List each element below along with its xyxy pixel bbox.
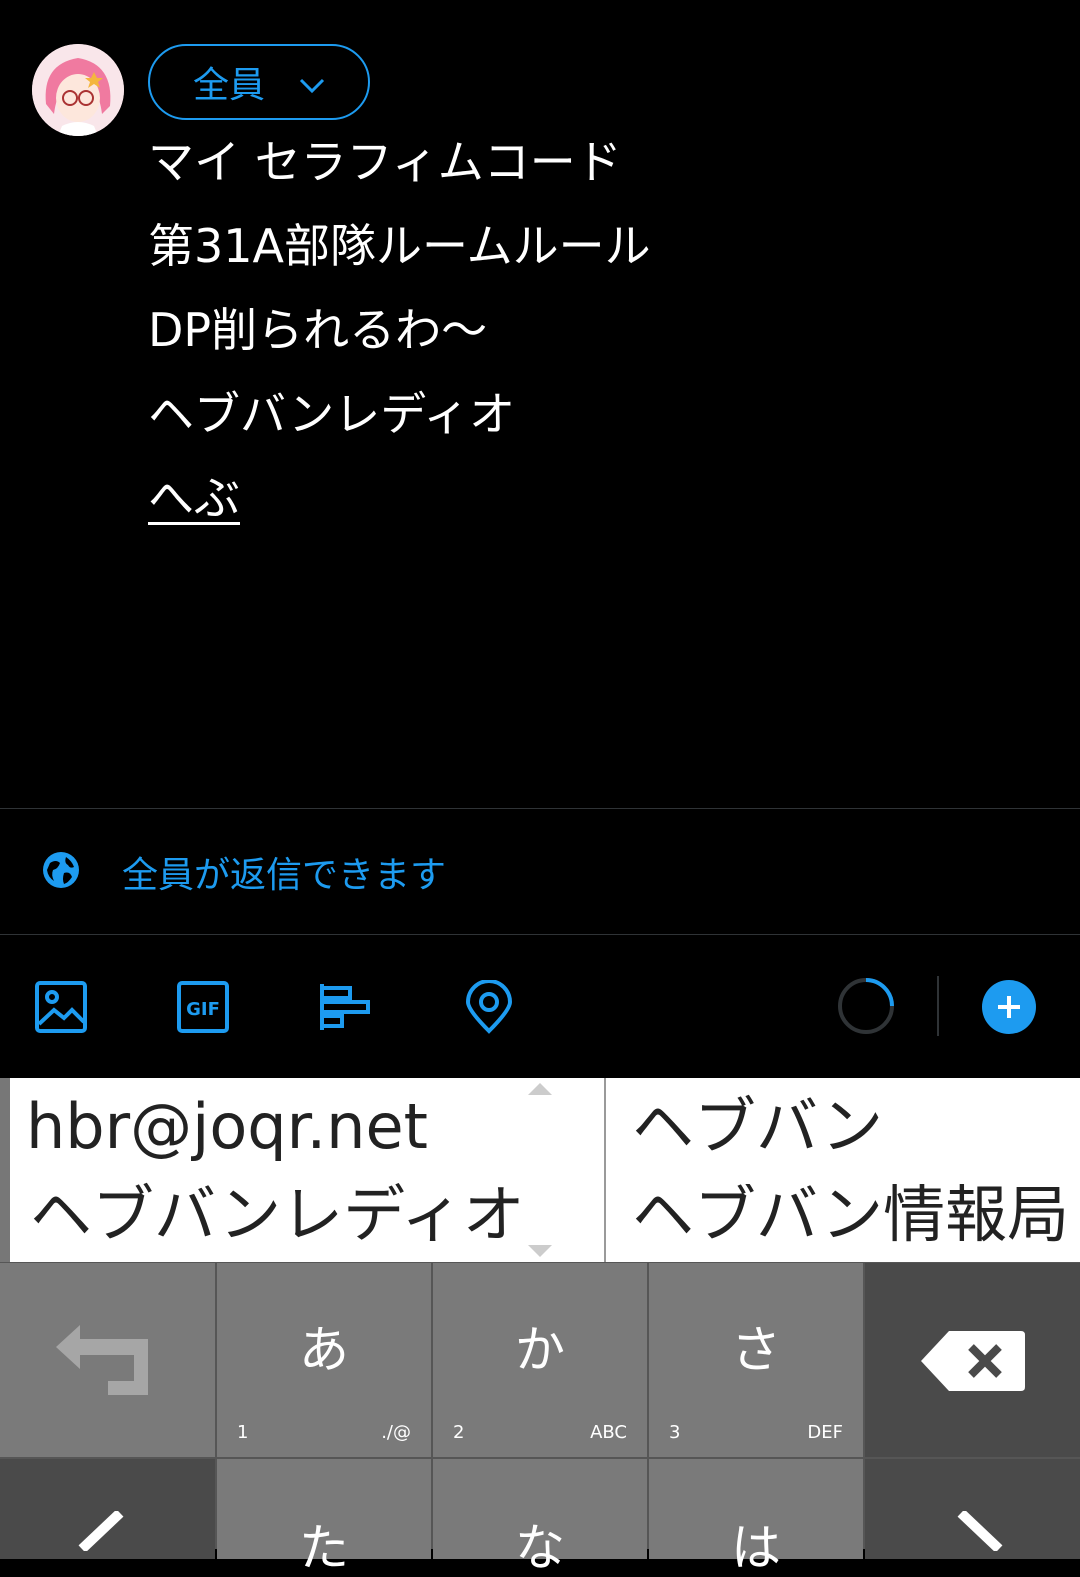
compose-line: ヘブバンレディオ	[148, 387, 516, 441]
key-ka[interactable]: か 2 ABC	[433, 1263, 647, 1457]
gif-icon[interactable]: GIF	[176, 980, 230, 1034]
compose-line: 第31A部隊ルームルール	[148, 219, 651, 273]
divider	[0, 934, 1080, 935]
poll-icon[interactable]	[318, 980, 372, 1034]
suggestion-item[interactable]: ヘブバン情報局	[632, 1184, 1080, 1246]
keyboard: あ 1 ./@ か 2 ABC さ 3 DEF た な は	[0, 1262, 1080, 1573]
compose-line: マイ セラフィムコード	[148, 135, 622, 189]
character-count-ring	[836, 976, 896, 1036]
suggestion-item[interactable]: ヘブバンレディオ	[30, 1184, 525, 1246]
user-avatar[interactable]	[32, 44, 124, 136]
audience-selector[interactable]: 全員	[148, 44, 370, 120]
svg-text:GIF: GIF	[186, 999, 220, 1020]
ime-suggestion-bar: hbr@joqr.net ヘブバンレディオ ヘブバン ヘブバン情報局	[0, 1078, 1080, 1262]
chevron-right-icon	[957, 1511, 1003, 1551]
globe-icon	[42, 851, 80, 893]
composing-text: へぶ	[148, 471, 240, 525]
chevron-down-icon	[299, 62, 325, 103]
key-na[interactable]: な	[433, 1459, 647, 1573]
compose-text-area[interactable]: マイ セラフィムコード 第31A部隊ルームルール DP削られるわ〜 ヘブバンレデ…	[148, 130, 651, 550]
key-a[interactable]: あ 1 ./@	[217, 1263, 431, 1457]
image-icon[interactable]	[34, 980, 88, 1034]
toolbar-separator	[937, 976, 939, 1036]
key-ha[interactable]: は	[649, 1459, 863, 1573]
cursor-left-key[interactable]	[0, 1459, 215, 1559]
scroll-up-icon[interactable]	[527, 1082, 553, 1096]
compose-line: DP削られるわ〜	[148, 303, 488, 357]
audience-label: 全員	[192, 65, 265, 106]
backspace-icon	[921, 1331, 1025, 1391]
backspace-key[interactable]	[865, 1263, 1080, 1457]
undo-icon	[56, 1325, 148, 1395]
chevron-left-icon	[78, 1511, 124, 1551]
suggestion-item[interactable]: ヘブバン	[632, 1096, 883, 1158]
undo-key[interactable]	[0, 1263, 215, 1457]
plus-icon	[998, 996, 1020, 1018]
divider	[0, 808, 1080, 809]
reply-setting-label: 全員が返信できます	[122, 855, 447, 896]
suggestion-separator	[604, 1078, 606, 1262]
scroll-down-icon[interactable]	[527, 1244, 553, 1258]
cursor-right-key[interactable]	[865, 1459, 1080, 1559]
key-ta[interactable]: た	[217, 1459, 431, 1573]
add-thread-button[interactable]	[982, 980, 1036, 1034]
reply-setting[interactable]: 全員が返信できます	[42, 848, 446, 896]
suggestion-item[interactable]: hbr@joqr.net	[26, 1096, 428, 1158]
location-icon[interactable]	[462, 979, 516, 1034]
key-sa[interactable]: さ 3 DEF	[649, 1263, 863, 1457]
suggestion-edge	[0, 1078, 10, 1262]
